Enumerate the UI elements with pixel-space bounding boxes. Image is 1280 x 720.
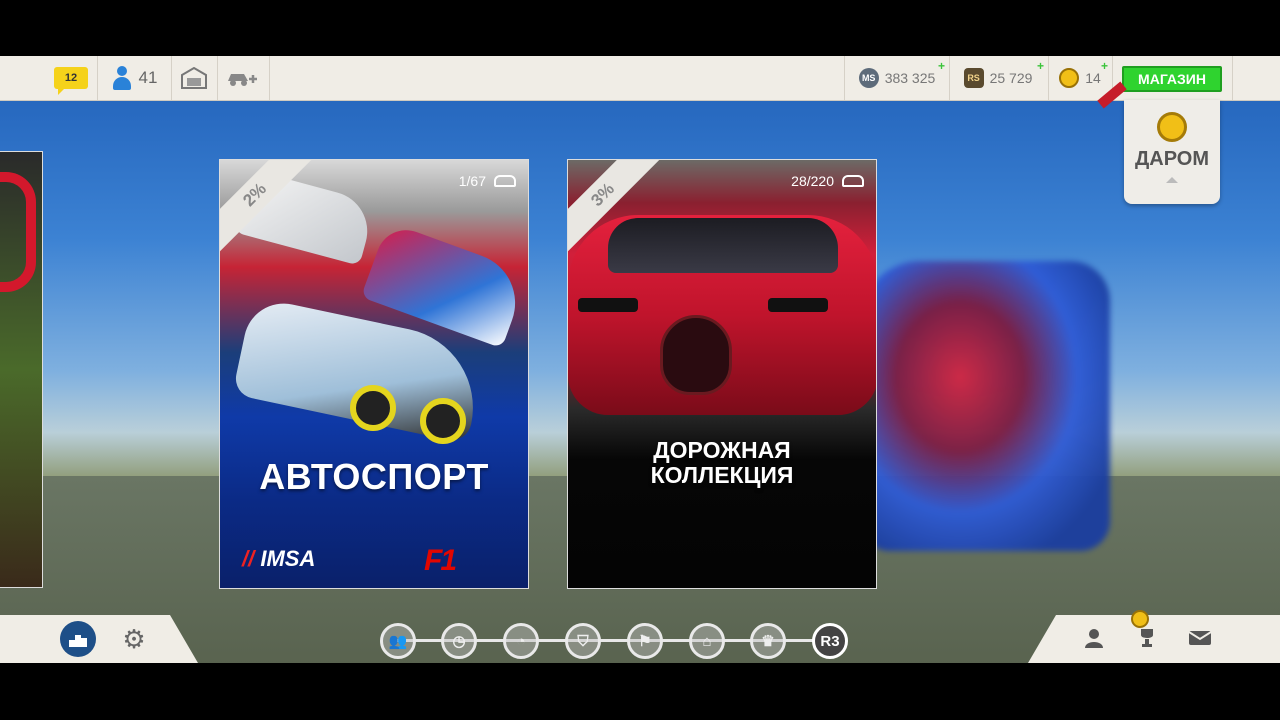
shop-button[interactable]: МАГАЗИН [1122,66,1222,92]
wheel-art [420,398,466,444]
headlight-art [578,298,638,312]
messages-button[interactable]: 12 [45,56,98,100]
ms-coin-icon: MS [858,68,879,88]
nav-garage-button[interactable]: ⌂ [689,623,725,659]
garage-icon [181,67,207,89]
progress-text: 1/67 [458,173,486,189]
letterbox-top [0,0,1280,56]
car-plus-icon [228,74,257,86]
partial-left-card[interactable] [0,151,43,588]
gold-value: 14 [1085,70,1101,86]
free-label: ДАРОМ [1135,148,1209,170]
card-progress: 1/67 [459,173,516,189]
trophy-icon [1141,629,1153,647]
card-title: ДОРОЖНАЯ КОЛЛЕКЦИЯ [650,437,794,488]
headlight-art [768,298,828,312]
bottom-left-bar [0,615,198,663]
flags-icon: ⚑ [638,633,652,650]
progress-text: 28/220 [791,173,834,189]
garage-button[interactable] [171,56,218,100]
free-reward-panel[interactable]: ДАРОМ [1124,100,1220,204]
nav-stopwatch-button[interactable]: ◷ [441,623,477,659]
gold-coin-icon [1059,68,1080,88]
messages-count: 12 [64,72,78,84]
podium-icon [69,635,87,647]
friends-count: 41 [138,68,158,87]
currency-gold[interactable]: 14 + [1048,56,1113,100]
nav-r3-button[interactable]: R3 [812,623,848,659]
person-icon [1085,629,1103,648]
plus-icon[interactable]: + [1037,59,1044,73]
group-icon: 👥 [388,633,408,650]
messages-icon: 12 [54,67,88,95]
windshield-art [608,218,838,273]
plus-icon[interactable]: + [938,59,945,73]
nav-clock-button[interactable]: ◔ [503,623,539,659]
wheel-art [350,385,396,431]
card-progress: 28/220 [791,173,864,189]
person-icon [111,66,133,90]
gear-icon: ⚙ [122,623,146,654]
leaderboard-button[interactable] [60,621,96,657]
garage-icon: ⌂ [702,632,712,650]
r3-icon: R3 [820,632,840,650]
car-icon [494,175,516,187]
motorsport-card[interactable]: 2% 1/67 АВТОСПОРТ // IMSA F1 [219,159,529,589]
rs-value: 25 729 [989,70,1033,86]
add-car-button[interactable] [217,56,270,100]
envelope-icon [1188,631,1212,645]
stopwatch-icon: ◷ [452,633,466,650]
nav-group-button[interactable]: 👥 [380,623,416,659]
shield-icon: ⛉ [577,632,589,650]
imsa-logo: // IMSA [242,546,316,571]
friends-button[interactable]: 41 [97,56,172,100]
ms-value: 383 325 [884,70,936,86]
rs-icon: RS [963,68,984,88]
nav-shield-button[interactable]: ⛉ [565,623,601,659]
plus-icon[interactable]: + [1101,59,1108,73]
road-collection-card[interactable]: 3% 28/220 ДОРОЖНАЯ КОЛЛЕКЦИЯ [567,159,877,589]
shop-label: МАГАЗИН [1138,71,1206,87]
gold-coin-icon [1157,112,1187,142]
clock-icon: ◔ [516,632,526,650]
letterbox-bottom [0,663,1280,720]
card-title: АВТОСПОРТ [259,456,489,497]
mail-button[interactable] [1182,620,1218,656]
trophy-wreath-icon: ♛ [761,633,775,650]
car-icon [842,175,864,187]
currency-rs[interactable]: RS 25 729 + [948,56,1049,100]
arrow-up-icon [1166,177,1178,183]
nav-flags-button[interactable]: ⚑ [627,623,663,659]
currency-ms[interactable]: MS 383 325 + [844,56,950,100]
top-bar: 12 41 MS 383 325 + RS 25 729 + 14 + [0,56,1280,101]
f1-logo: F1 [424,544,457,577]
profile-button[interactable] [1076,620,1112,656]
settings-button[interactable]: ⚙ [116,621,152,657]
nav-trophy-button[interactable]: ♛ [750,623,786,659]
gold-coin-icon [1131,610,1149,628]
background-car [860,261,1110,551]
grille-art [660,315,732,395]
